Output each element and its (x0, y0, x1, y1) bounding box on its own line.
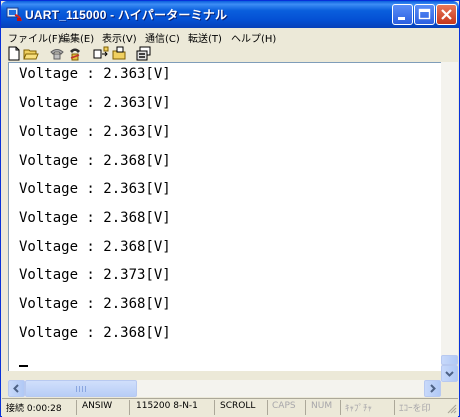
terminal-line: Voltage : 2.368[V] (19, 153, 171, 169)
toolbar (2, 46, 458, 62)
chevron-left-icon (13, 384, 19, 393)
scroll-down-button[interactable] (441, 365, 458, 382)
hyperterminal-window: UART_115000 - ハイパーターミナル ファイル(F) 編集(E) 表示… (0, 0, 460, 417)
status-print-echo: ｴｺｰを印 (399, 404, 431, 414)
grip-line (76, 386, 77, 392)
terminal-line: Voltage : 2.363[V] (19, 124, 171, 140)
status-divider (340, 400, 341, 415)
menu-help[interactable]: ヘルプ(H) (231, 30, 276, 45)
terminal-output[interactable]: Voltage : 2.363[V] Voltage : 2.363[V] Vo… (8, 62, 442, 371)
terminal-line: Voltage : 2.363[V] (19, 95, 171, 111)
grip-line (82, 386, 83, 392)
scroll-left-button[interactable] (8, 380, 25, 397)
status-num: NUM (311, 401, 333, 411)
menu-bar: ファイル(F) 編集(E) 表示(V) 通信(C) 転送(T) ヘルプ(H) (2, 28, 458, 46)
status-divider (267, 400, 268, 415)
terminal-line: Voltage : 2.368[V] (19, 239, 171, 255)
terminal-line: Voltage : 2.368[V] (19, 325, 171, 341)
window-title: UART_115000 - ハイパーターミナル (25, 8, 228, 22)
scroll-right-button[interactable] (424, 380, 441, 397)
close-button[interactable] (436, 4, 457, 25)
terminal-line: Voltage : 2.368[V] (19, 210, 171, 226)
grip-line (79, 386, 80, 392)
title-bar[interactable]: UART_115000 - ハイパーターミナル (1, 1, 459, 28)
minimize-icon (398, 17, 405, 20)
menu-file[interactable]: ファイル(F) (8, 30, 62, 45)
status-emulation: ANSIW (82, 401, 113, 411)
status-divider (394, 400, 395, 415)
vertical-scrollbar[interactable] (441, 62, 458, 382)
status-bar: 接続 0:00:28 ANSIW 115200 8-N-1 SCROLL CAP… (2, 398, 458, 417)
chevron-down-icon (445, 371, 454, 377)
resize-grip-icon[interactable] (447, 404, 457, 414)
properties-icon[interactable] (136, 46, 152, 61)
maximize-icon (418, 8, 431, 20)
menu-communication[interactable]: 通信(C) (145, 30, 180, 45)
text-cursor (19, 365, 28, 367)
terminal-line: Voltage : 2.373[V] (19, 267, 171, 283)
send-icon[interactable] (93, 46, 109, 61)
phone-terminal-icon[interactable] (6, 6, 22, 22)
disconnect-icon[interactable] (67, 46, 83, 61)
status-capture: ｷｬﾌﾟﾁｬ (345, 404, 373, 414)
status-divider (214, 400, 215, 415)
status-connection-time: 接続 0:00:28 (6, 404, 62, 414)
status-caps: CAPS (272, 401, 296, 411)
terminal-line: Voltage : 2.363[V] (19, 66, 171, 82)
maximize-button[interactable] (414, 4, 435, 25)
terminal-line: Voltage : 2.363[V] (19, 181, 171, 197)
call-icon[interactable] (49, 46, 65, 61)
horizontal-scroll-thumb[interactable] (25, 380, 137, 397)
receive-icon[interactable] (111, 46, 127, 61)
status-scroll: SCROLL (220, 401, 256, 411)
status-divider (76, 400, 77, 415)
chevron-right-icon (430, 384, 436, 393)
close-icon (441, 9, 452, 20)
grip-line (85, 386, 86, 392)
menu-view[interactable]: 表示(V) (102, 30, 137, 45)
status-divider (129, 400, 130, 415)
menu-transfer[interactable]: 転送(T) (188, 30, 222, 45)
terminal-line: Voltage : 2.368[V] (19, 296, 171, 312)
horizontal-scrollbar[interactable] (8, 380, 441, 397)
status-port-settings: 115200 8-N-1 (136, 401, 198, 411)
status-divider (305, 400, 306, 415)
open-folder-icon[interactable] (23, 46, 39, 61)
minimize-button[interactable] (392, 4, 413, 25)
menu-edit[interactable]: 編集(E) (60, 30, 94, 45)
vertical-scroll-thumb[interactable] (441, 355, 458, 365)
new-document-icon[interactable] (6, 46, 22, 61)
